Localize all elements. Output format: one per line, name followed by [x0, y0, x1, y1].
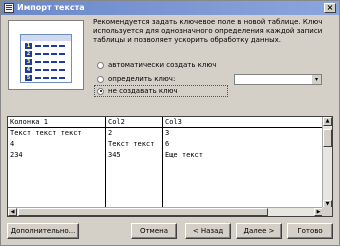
table-cell: Еще текст	[165, 151, 203, 159]
table-cell: Текст текст текст	[10, 129, 82, 137]
column-header[interactable]: Col3	[165, 118, 182, 127]
radio-auto-key[interactable]: автоматически создать ключ	[97, 60, 216, 70]
back-button[interactable]: < Назад	[185, 223, 231, 239]
radio-define-key-label: определить ключ:	[108, 75, 176, 83]
key-table-illustration: 1 2 3 4 5	[8, 20, 84, 90]
radio-auto-key-label: автоматически создать ключ	[108, 61, 217, 69]
row-number-3: 3	[25, 59, 32, 65]
table-cell: 234	[10, 151, 23, 159]
text-file-icon	[4, 3, 14, 13]
next-button[interactable]: Далее >	[236, 223, 282, 239]
table-picture-icon: 1 2 3 4 5	[20, 34, 72, 83]
title-bar[interactable]: Импорт текста ×	[1, 1, 339, 15]
radio-no-key-label: не создавать ключ	[108, 87, 178, 95]
cancel-button[interactable]: Отмена	[131, 223, 177, 239]
data-preview-grid[interactable]: Колонка 1 Col2 Col3 Текст текст текст 2 …	[7, 116, 333, 217]
radio-button[interactable]	[97, 61, 104, 69]
import-text-dialog: Импорт текста × 1 2 3 4 5 Рекомендуется …	[0, 0, 340, 246]
table-cell: 6	[165, 140, 170, 148]
window-title: Импорт текста	[17, 3, 85, 12]
table-cell: 345	[108, 151, 121, 159]
vertical-scrollbar[interactable]: ▲ ▼	[322, 117, 332, 209]
chevron-down-icon[interactable]: ▾	[311, 75, 321, 84]
scroll-thumb[interactable]	[323, 129, 332, 147]
scroll-thumb[interactable]	[18, 208, 268, 216]
horizontal-scrollbar[interactable]: ◀ ▶	[8, 207, 323, 216]
radio-define-key[interactable]: определить ключ:	[97, 74, 175, 84]
close-button[interactable]: ×	[324, 3, 336, 13]
table-cell: 3	[165, 129, 170, 137]
row-number-5: 5	[25, 75, 32, 81]
column-header[interactable]: Col2	[108, 118, 125, 127]
row-number-4: 4	[25, 67, 32, 73]
scroll-left-icon[interactable]: ◀	[8, 208, 17, 216]
scroll-up-icon[interactable]: ▲	[323, 117, 332, 126]
table-cell: Текст текст	[108, 140, 155, 148]
finish-button[interactable]: Готово	[287, 223, 333, 239]
key-recommendation-text: Рекомендуется задать ключевое поле в нов…	[93, 18, 323, 44]
column-header[interactable]: Колонка 1	[10, 118, 48, 127]
row-number-2: 2	[25, 51, 32, 57]
row-number-1: 1	[25, 43, 32, 49]
radio-button[interactable]	[97, 75, 104, 83]
radio-no-key[interactable]: не создавать ключ	[97, 86, 178, 96]
scroll-corner	[322, 207, 332, 216]
advanced-button[interactable]: Дополнительно...	[7, 223, 79, 239]
radio-button-checked[interactable]	[97, 87, 104, 95]
key-field-select[interactable]: ▾	[234, 74, 322, 85]
table-cell: 2	[108, 129, 113, 137]
table-cell: 4	[10, 140, 15, 148]
